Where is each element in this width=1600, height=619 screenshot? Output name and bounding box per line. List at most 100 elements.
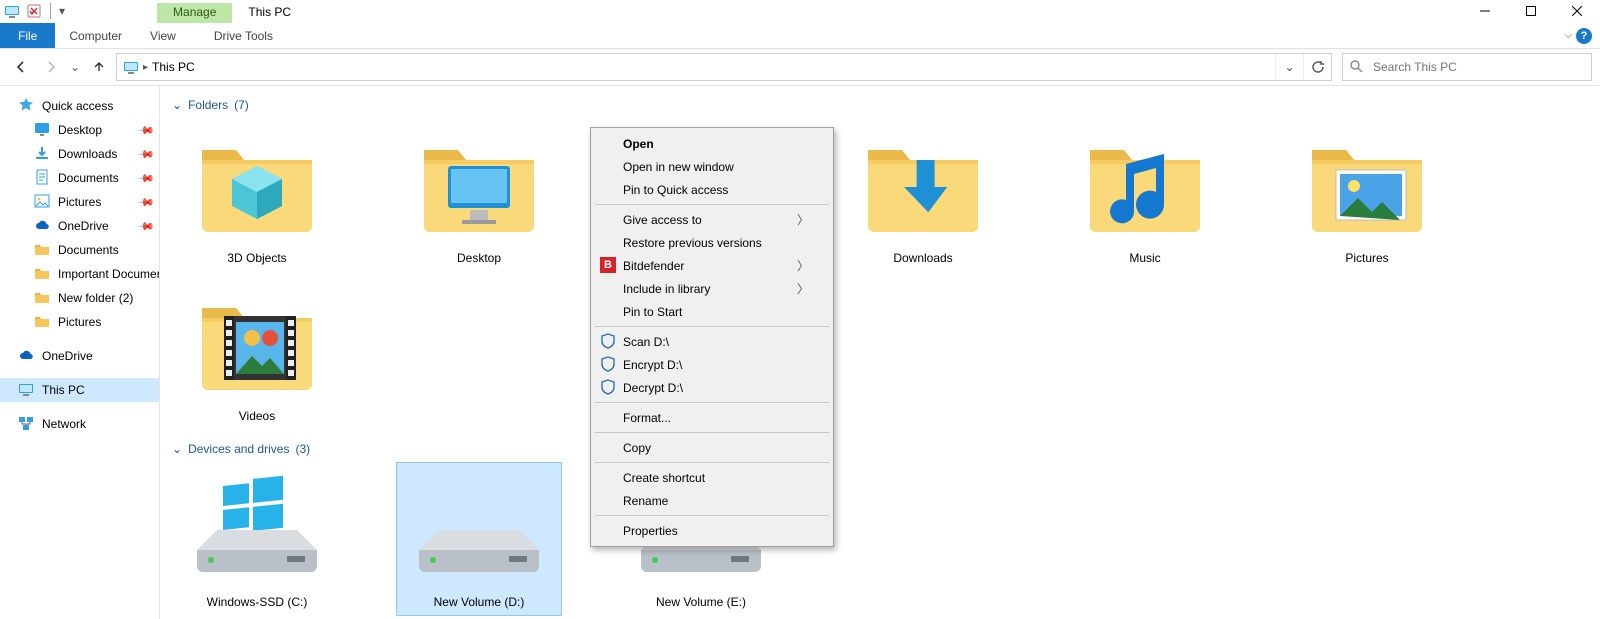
help-icon[interactable]: ? bbox=[1576, 28, 1592, 44]
sidebar-item-network[interactable]: Network bbox=[0, 412, 159, 436]
sidebar-item-quick-access[interactable]: Quick access bbox=[0, 94, 159, 118]
group-label: Folders bbox=[188, 98, 228, 112]
folder-tile-videos[interactable]: Videos bbox=[174, 276, 340, 430]
sidebar-item-thispc[interactable]: This PC bbox=[0, 378, 159, 402]
menu-label: Decrypt D:\ bbox=[623, 381, 683, 395]
label: OneDrive bbox=[42, 349, 93, 363]
menu-separator bbox=[595, 515, 829, 516]
recent-locations-button[interactable]: ⌄ bbox=[68, 54, 82, 80]
menu-item-open[interactable]: Open bbox=[593, 132, 831, 155]
view-tab[interactable]: View bbox=[136, 23, 190, 48]
tile-label: Videos bbox=[239, 403, 275, 423]
star-icon bbox=[18, 97, 34, 116]
minimize-button[interactable] bbox=[1462, 0, 1508, 23]
submenu-arrow-icon: 〉 bbox=[797, 211, 809, 228]
menu-item-pin-to-start[interactable]: Pin to Start bbox=[593, 300, 831, 323]
tile-label: New Volume (E:) bbox=[656, 589, 746, 609]
close-button[interactable] bbox=[1554, 0, 1600, 23]
menu-item-decrypt-d-[interactable]: Decrypt D:\ bbox=[593, 376, 831, 399]
label: Pictures bbox=[58, 315, 101, 329]
refresh-button[interactable] bbox=[1303, 54, 1331, 80]
address-dropdown-button[interactable]: ⌄ bbox=[1275, 54, 1303, 80]
menu-item-copy[interactable]: Copy bbox=[593, 436, 831, 459]
menu-item-give-access-to[interactable]: Give access to〉 bbox=[593, 208, 831, 231]
folder-tile-pictures[interactable]: Pictures bbox=[1284, 118, 1450, 272]
chevron-down-icon: ⌄ bbox=[172, 98, 182, 112]
folder-tile-music[interactable]: Music bbox=[1062, 118, 1228, 272]
sidebar-item-onedrive-pinned[interactable]: OneDrive 📌 bbox=[0, 214, 159, 238]
thispc-icon bbox=[117, 59, 143, 75]
menu-item-restore-previous-versions[interactable]: Restore previous versions bbox=[593, 231, 831, 254]
nav-pane: Quick access Desktop 📌 Downloads 📌 Docum… bbox=[0, 86, 160, 619]
sidebar-item-downloads[interactable]: Downloads 📌 bbox=[0, 142, 159, 166]
window-controls bbox=[1462, 0, 1600, 23]
menu-label: Include in library bbox=[623, 282, 710, 296]
pin-icon: 📌 bbox=[137, 121, 156, 140]
qat-separator bbox=[50, 3, 51, 19]
sidebar-item-desktop[interactable]: Desktop 📌 bbox=[0, 118, 159, 142]
properties-icon[interactable] bbox=[26, 3, 42, 19]
pin-icon: 📌 bbox=[137, 169, 156, 188]
menu-item-bitdefender[interactable]: BBitdefender〉 bbox=[593, 254, 831, 277]
drive-tools-tab[interactable]: Drive Tools bbox=[200, 23, 287, 48]
sidebar-item-important-documents[interactable]: Important Documents bbox=[0, 262, 159, 286]
network-icon bbox=[18, 415, 34, 434]
sidebar-item-new-folder-2-[interactable]: New folder (2) bbox=[0, 286, 159, 310]
drive-tile[interactable]: Windows-SSD (C:) bbox=[174, 462, 340, 616]
label: Downloads bbox=[58, 147, 117, 161]
folder-tile-desktop[interactable]: Desktop bbox=[396, 118, 562, 272]
ribbon-expand-icon[interactable]: ⌵ bbox=[1564, 30, 1572, 41]
computer-tab[interactable]: Computer bbox=[55, 23, 136, 48]
back-button[interactable] bbox=[8, 54, 34, 80]
drive-tile[interactable]: New Volume (D:) bbox=[396, 462, 562, 616]
menu-item-rename[interactable]: Rename bbox=[593, 489, 831, 512]
shield-icon bbox=[599, 378, 617, 396]
file-tab[interactable]: File bbox=[0, 23, 55, 48]
menu-separator bbox=[595, 462, 829, 463]
group-folders-header[interactable]: ⌄ Folders (7) bbox=[170, 94, 1600, 118]
menu-item-properties[interactable]: Properties bbox=[593, 519, 831, 542]
sidebar-item-pictures[interactable]: Pictures bbox=[0, 310, 159, 334]
context-menu: OpenOpen in new windowPin to Quick acces… bbox=[590, 127, 834, 547]
address-text[interactable]: This PC bbox=[148, 60, 199, 74]
chevron-down-icon[interactable]: ▾ bbox=[59, 4, 65, 18]
submenu-arrow-icon: 〉 bbox=[797, 257, 809, 274]
menu-item-encrypt-d-[interactable]: Encrypt D:\ bbox=[593, 353, 831, 376]
folder-icon bbox=[1297, 125, 1437, 245]
sidebar-item-onedrive[interactable]: OneDrive bbox=[0, 344, 159, 368]
search-box[interactable] bbox=[1342, 53, 1592, 81]
search-input[interactable] bbox=[1371, 59, 1585, 75]
pic-icon bbox=[34, 193, 50, 212]
menu-item-create-shortcut[interactable]: Create shortcut bbox=[593, 466, 831, 489]
menu-item-include-in-library[interactable]: Include in library〉 bbox=[593, 277, 831, 300]
content-pane: ⌄ Folders (7) 3D Objects Desktop Documen… bbox=[160, 86, 1600, 619]
folder-tile-downloads[interactable]: Downloads bbox=[840, 118, 1006, 272]
menu-separator bbox=[595, 326, 829, 327]
group-drives-header[interactable]: ⌄ Devices and drives (3) bbox=[170, 438, 1600, 462]
sidebar-item-documents[interactable]: Documents bbox=[0, 238, 159, 262]
menu-item-format-[interactable]: Format... bbox=[593, 406, 831, 429]
address-bar[interactable]: ▸ This PC ⌄ bbox=[116, 53, 1332, 81]
group-count: (7) bbox=[234, 98, 249, 112]
download-icon bbox=[34, 145, 50, 164]
tile-label: Music bbox=[1129, 245, 1160, 265]
pin-icon: 📌 bbox=[137, 193, 156, 212]
label: New folder (2) bbox=[58, 291, 133, 305]
sidebar-item-pictures[interactable]: Pictures 📌 bbox=[0, 190, 159, 214]
monitor-icon bbox=[34, 121, 50, 140]
menu-item-scan-d-[interactable]: Scan D:\ bbox=[593, 330, 831, 353]
menu-label: Create shortcut bbox=[623, 471, 705, 485]
sidebar-item-documents[interactable]: Documents 📌 bbox=[0, 166, 159, 190]
folder-tile-3d[interactable]: 3D Objects bbox=[174, 118, 340, 272]
menu-item-open-in-new-window[interactable]: Open in new window bbox=[593, 155, 831, 178]
forward-button[interactable] bbox=[38, 54, 64, 80]
up-button[interactable] bbox=[86, 54, 112, 80]
menu-item-pin-to-quick-access[interactable]: Pin to Quick access bbox=[593, 178, 831, 201]
shield-icon bbox=[599, 332, 617, 350]
label: Pictures bbox=[58, 195, 101, 209]
menu-label: Rename bbox=[623, 494, 668, 508]
folder-icon bbox=[34, 289, 50, 308]
maximize-button[interactable] bbox=[1508, 0, 1554, 23]
menu-label: Properties bbox=[623, 524, 678, 538]
label: Network bbox=[42, 417, 86, 431]
